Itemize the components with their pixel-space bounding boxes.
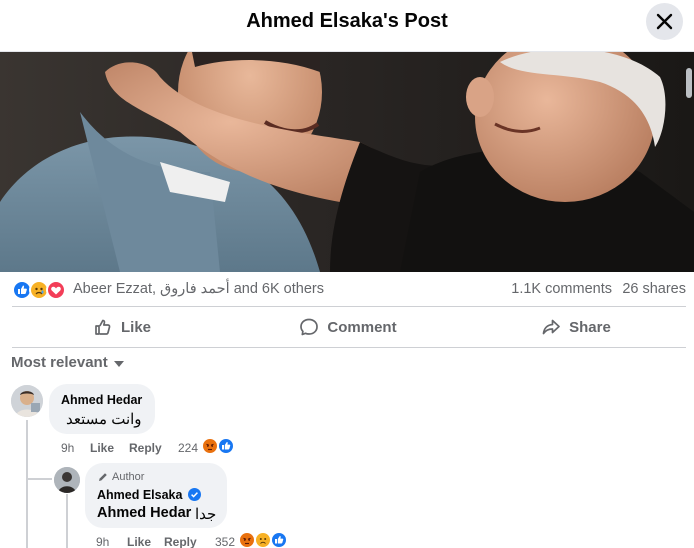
close-button[interactable] bbox=[646, 3, 683, 40]
divider bbox=[12, 347, 686, 348]
comment-author[interactable]: Ahmed Elsaka bbox=[97, 488, 182, 502]
thread-line bbox=[26, 420, 28, 548]
author-badge: Author bbox=[112, 471, 145, 483]
like-button-label: Like bbox=[120, 318, 151, 336]
like-button[interactable]: Like bbox=[12, 308, 232, 346]
comment-like-link[interactable]: Like bbox=[127, 535, 151, 548]
verified-badge-icon bbox=[188, 488, 201, 501]
comment-text: جدا bbox=[195, 506, 217, 523]
comment-button-label: Comment bbox=[327, 318, 397, 336]
comment-reaction-count[interactable]: 224 bbox=[178, 441, 198, 455]
close-icon bbox=[656, 13, 673, 30]
post-actions: Like Comment Share bbox=[12, 308, 686, 346]
shares-count[interactable]: 26 shares bbox=[622, 281, 686, 297]
like-reaction-icon bbox=[217, 437, 235, 455]
reaction-names[interactable]: Abeer Ezzat, أحمد فاروق and 6K others bbox=[73, 281, 324, 297]
avatar[interactable] bbox=[54, 467, 80, 493]
caret-down-icon bbox=[113, 360, 124, 367]
thread-line bbox=[26, 478, 52, 480]
avatar-image bbox=[11, 385, 43, 417]
love-reaction-icon bbox=[46, 280, 66, 300]
comment-icon bbox=[300, 318, 319, 336]
share-icon bbox=[542, 319, 560, 335]
comment-author[interactable]: Ahmed Hedar bbox=[61, 393, 142, 407]
comment-time[interactable]: 9h bbox=[96, 535, 109, 548]
comment-reply-link[interactable]: Reply bbox=[164, 535, 197, 548]
post-dialog-header: Ahmed Elsaka's Post bbox=[0, 0, 694, 52]
divider bbox=[12, 306, 686, 307]
reaction-icons bbox=[12, 280, 70, 300]
scrollbar-thumb[interactable] bbox=[686, 68, 692, 98]
avatar-image bbox=[54, 467, 80, 493]
comment-like-link[interactable]: Like bbox=[90, 441, 114, 455]
sort-label: Most relevant bbox=[11, 354, 108, 371]
avatar[interactable] bbox=[11, 385, 43, 417]
comment-button[interactable]: Comment bbox=[238, 308, 458, 346]
comment-reply-link[interactable]: Reply bbox=[129, 441, 162, 455]
thumbs-up-icon bbox=[95, 319, 111, 335]
comment-reaction-count[interactable]: 352 bbox=[215, 535, 235, 548]
comment-time[interactable]: 9h bbox=[61, 441, 74, 455]
comment-sort-dropdown[interactable]: Most relevant bbox=[11, 354, 124, 371]
share-button-label: Share bbox=[569, 318, 611, 336]
comment-text: وانت مستعد bbox=[66, 411, 142, 428]
comment-bubble: Ahmed Hedar وانت مستعد bbox=[49, 384, 155, 434]
dialog-title: Ahmed Elsaka's Post bbox=[246, 10, 448, 32]
reactions-summary[interactable]: Abeer Ezzat, أحمد فاروق and 6K others 1.… bbox=[12, 279, 686, 303]
post-photo-illustration bbox=[0, 52, 694, 272]
share-button[interactable]: Share bbox=[466, 308, 686, 346]
comments-count[interactable]: 1.1K comments bbox=[511, 281, 612, 297]
post-photo[interactable] bbox=[0, 52, 694, 272]
comment-mention[interactable]: Ahmed Hedar bbox=[97, 505, 191, 521]
like-reaction-icon bbox=[270, 531, 288, 548]
pencil-icon bbox=[99, 473, 107, 481]
thread-line bbox=[66, 494, 68, 548]
comment-bubble: Author Ahmed Elsaka Ahmed Hedar جدا bbox=[85, 463, 227, 528]
